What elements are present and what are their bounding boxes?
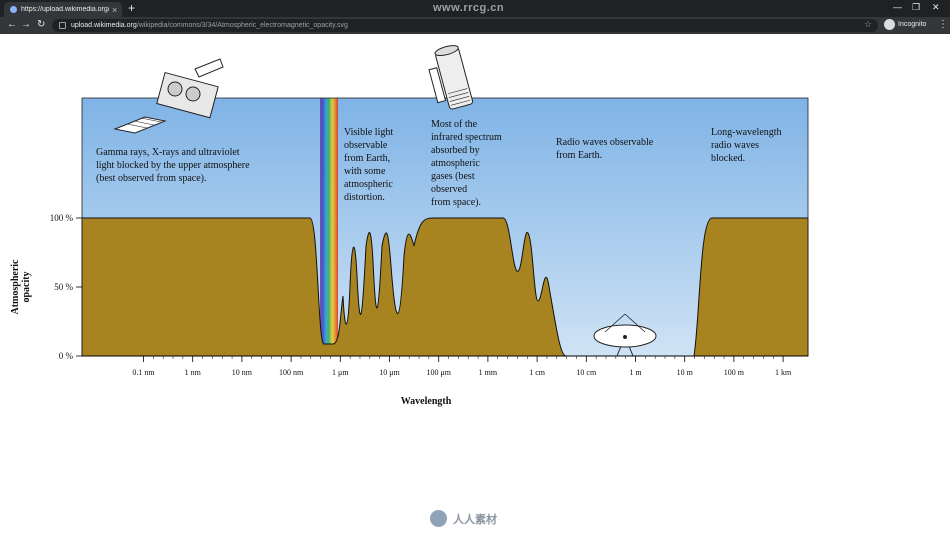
x-tick-label: 1 nm [185, 368, 202, 377]
browser-menu-button[interactable]: ⋮ [938, 19, 948, 30]
dish-feed [623, 335, 627, 339]
address-bar[interactable]: upload.wikimedia.org /wikipedia/commons/… [52, 19, 878, 32]
minimize-button[interactable]: — [893, 2, 902, 12]
favicon-icon [10, 6, 17, 13]
y-tick-label: 0 % [59, 351, 74, 361]
y-tick-label: 50 % [54, 282, 73, 292]
forward-button[interactable]: → [21, 19, 31, 30]
bookmark-star-icon[interactable]: ☆ [864, 19, 872, 30]
x-axis-label: Wavelength [401, 396, 452, 407]
bottom-watermark: 人人素材 [430, 510, 497, 527]
x-tick-label: 10 nm [232, 368, 253, 377]
watermark-bottom-text: 人人素材 [453, 512, 497, 526]
url-path: /wikipedia/commons/3/34/Atmospheric_elec… [136, 22, 348, 29]
lock-icon [59, 22, 66, 29]
x-tick-label: 1 μm [332, 368, 349, 377]
x-tick-label: 100 m [724, 368, 745, 377]
x-tick-label: 1 km [775, 368, 792, 377]
tab-close-button[interactable]: × [112, 5, 117, 15]
back-button[interactable]: ← [7, 19, 17, 30]
new-tab-button[interactable]: + [128, 1, 135, 15]
incognito-icon [884, 19, 895, 30]
x-tick-label: 100 nm [279, 368, 304, 377]
y-axis-label: Atmosphericopacity [10, 259, 32, 315]
url-host: upload.wikimedia.org [71, 22, 137, 29]
x-tick-label: 10 cm [576, 368, 597, 377]
x-tick-label: 10 m [677, 368, 694, 377]
page-content: 0.1 nm 1 nm 10 nm 100 nm 1 μm 10 μm 100 μm 1 mm… [0, 34, 950, 534]
visible-spectrum-band [320, 98, 338, 356]
opacity-chart: 0.1 nm 1 nm 10 nm 100 nm 1 μm 10 μm 100 μm 1 mm… [10, 45, 809, 407]
tab-title: https://upload.wikimedia.org/wik [21, 6, 109, 13]
x-tick-label: 0.1 nm [132, 368, 155, 377]
browser-toolbar: ← → ↻ upload.wikimedia.org /wikipedia/co… [0, 17, 950, 34]
x-tick-label: 1 mm [479, 368, 498, 377]
x-tick-label: 100 μm [426, 368, 451, 377]
watermark-site-text: www.rrcg.cn [433, 2, 505, 14]
x-tick-label: 10 μm [379, 368, 400, 377]
reload-button[interactable]: ↻ [37, 19, 45, 30]
x-tick-label: 1 m [629, 368, 642, 377]
watermark-logo-icon [430, 510, 447, 527]
y-tick-label: 100 % [50, 213, 74, 223]
browser-tab-strip: https://upload.wikimedia.org/wik × + www… [0, 0, 950, 17]
satellite-module [185, 86, 201, 102]
incognito-profile[interactable]: Incognito [884, 19, 926, 30]
maximize-button[interactable]: ❐ [912, 2, 920, 13]
satellite-module [167, 81, 183, 97]
incognito-label: Incognito [898, 21, 927, 28]
x-tick-label: 1 cm [529, 368, 546, 377]
browser-tab[interactable]: https://upload.wikimedia.org/wik × [4, 2, 122, 17]
solar-panel-right [194, 58, 224, 78]
window-close-button[interactable]: ✕ [932, 2, 940, 13]
